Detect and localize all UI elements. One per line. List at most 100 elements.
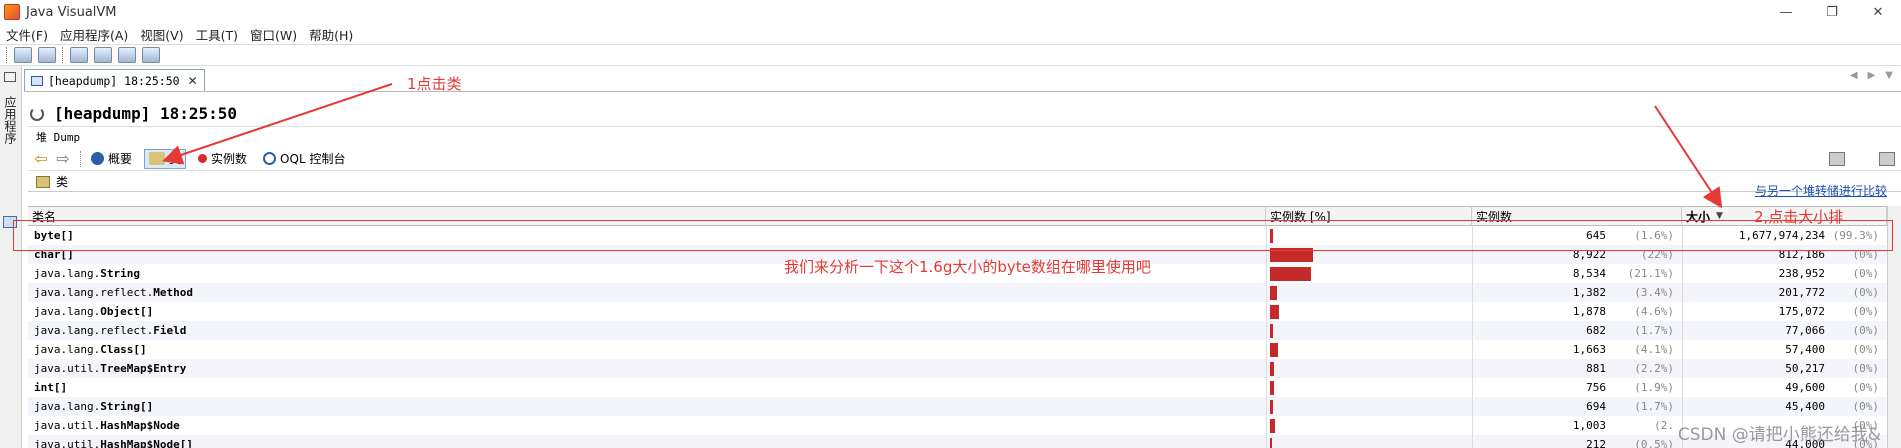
instances-bar-cell [1266, 283, 1472, 302]
view-instances-button[interactable]: 实例数 [194, 149, 251, 169]
menu-item-2[interactable]: 视图(V) [134, 25, 189, 44]
menu-item-0[interactable]: 文件(F) [0, 25, 54, 44]
instances-cell: 881 (2.2%) [1472, 359, 1682, 378]
instances-percent: (4.6%) [1634, 305, 1674, 318]
add-remote-host-icon[interactable] [94, 47, 112, 63]
instances-bar [1270, 361, 1275, 376]
instances-bar-cell [1266, 264, 1472, 283]
instances-cell: 1,003 (2. [1472, 416, 1682, 435]
instances-bar-cell [1266, 340, 1472, 359]
table-row[interactable]: java.lang.Class[] 1,663 (4.1%) 57,400 (0%) [28, 340, 1901, 359]
table-row[interactable]: java.lang.String[] 694 (1.7%) 45,400 (0%) [28, 397, 1901, 416]
tab-heapdump[interactable]: [heapdump] 18:25:50 ✕ [24, 69, 205, 91]
instances-cell: 756 (1.9%) [1472, 378, 1682, 397]
instances-bar-cell [1266, 397, 1472, 416]
table-row[interactable]: java.lang.reflect.Method 1,382 (3.4%) 201,7… [28, 283, 1901, 302]
table-row[interactable]: java.util.HashMap$Node[] 212 (0.5%) 44,000(… [28, 435, 1901, 448]
size-percent: (0%) [1852, 286, 1880, 299]
save-heapdump-icon[interactable] [1829, 152, 1845, 166]
menu-item-3[interactable]: 工具(T) [190, 25, 244, 44]
size-percent: (0%) [1852, 305, 1880, 318]
tab-label: [heapdump] 18:25:50 [48, 73, 180, 88]
size-percent: (0%) [1852, 362, 1880, 375]
tab-left-icon[interactable]: ◀ [1850, 70, 1858, 81]
instances-percent: (3.4%) [1634, 286, 1674, 299]
compare-heapdump-link[interactable]: 与另一个堆转储进行比较 [1755, 182, 1887, 199]
instances-bar [1270, 399, 1274, 414]
instances-bar [1270, 437, 1272, 448]
add-jmx-connection-icon[interactable] [70, 47, 88, 63]
restore-panel-icon[interactable] [4, 72, 16, 82]
size-cell: 238,952 (0%) [1682, 264, 1887, 283]
table-row[interactable]: java.util.HashMap$Node 1,003 (2. (0%) [28, 416, 1901, 435]
instances-percent: (4.1%) [1634, 343, 1674, 356]
instances-value: 1,382 [1572, 286, 1606, 299]
view-oql-button[interactable]: OQL 控制台 [259, 149, 349, 169]
heap-dump-subtab[interactable]: 堆 Dump [28, 126, 1901, 146]
info-icon [91, 152, 104, 165]
tab-list-icon[interactable]: ▼ [1885, 70, 1893, 81]
open-file-icon[interactable] [14, 47, 32, 63]
table-row[interactable]: java.lang.Object[] 1,878 (4.6%) 175,072 (0%) [28, 302, 1901, 321]
menu-item-5[interactable]: 帮助(H) [303, 25, 359, 44]
instances-bar-cell [1266, 378, 1472, 397]
size-value: 49,600 [1785, 381, 1825, 394]
annotation-note: 我们来分析一下这个1.6g大小的byte数组在哪里使用吧 [784, 258, 1151, 276]
back-arrow-icon[interactable]: ⇦ [32, 150, 50, 167]
classes-section-label: 类 [56, 175, 69, 189]
forward-arrow-icon[interactable]: ⇨ [54, 150, 72, 167]
instances-percent: (0.5%) [1634, 438, 1674, 448]
class-name-cell: java.lang.Object[] [34, 305, 154, 318]
view-summary-button[interactable]: 概要 [87, 149, 136, 169]
close-icon[interactable]: ✕ [1855, 0, 1901, 24]
class-name-cell: int[] [34, 381, 68, 394]
csdn-watermark: CSDN @请把小熊还给我& [1677, 425, 1881, 445]
instances-cell: 212 (0.5%) [1472, 435, 1682, 448]
instances-value: 1,878 [1572, 305, 1606, 318]
tab-right-icon[interactable]: ▶ [1868, 70, 1876, 81]
restore-icon[interactable]: ❐ [1809, 0, 1855, 24]
class-icon [149, 152, 166, 165]
size-percent: (0%) [1852, 343, 1880, 356]
instances-cell: 1,382 (3.4%) [1472, 283, 1682, 302]
settings-icon[interactable] [1879, 152, 1895, 166]
size-value: 201,772 [1778, 286, 1825, 299]
table-row[interactable]: int[] 756 (1.9%) 49,600 (0%) [28, 378, 1901, 397]
size-percent: (0%) [1852, 324, 1880, 337]
applications-side-panel[interactable]: 应用程序 [0, 66, 22, 448]
instances-cell: 682 (1.7%) [1472, 321, 1682, 340]
save-icon[interactable] [38, 47, 56, 63]
table-row[interactable]: java.util.TreeMap$Entry 881 (2.2%) 50,217 (0… [28, 359, 1901, 378]
view-classes-label: 类 [169, 152, 182, 166]
instances-bar-cell [1266, 359, 1472, 378]
add-snapshot-icon[interactable] [142, 47, 160, 63]
size-cell: 175,072 (0%) [1682, 302, 1887, 321]
class-name-cell: java.lang.reflect.Field [34, 324, 187, 337]
view-classes-button[interactable]: 类 [144, 148, 187, 169]
instances-value: 1,003 [1572, 419, 1606, 432]
instances-bar [1270, 266, 1312, 281]
instances-bar-cell [1266, 435, 1472, 448]
view-toolbar: ⇦ ⇨ 概要 类 实例数 OQL 控制台 [28, 147, 1901, 171]
instances-value: 756 [1586, 381, 1606, 394]
minimize-icon[interactable]: — [1763, 0, 1809, 24]
instances-value: 881 [1586, 362, 1606, 375]
class-name-cell: java.lang.String[] [34, 400, 154, 413]
heap-dump-subtab-label: 堆 Dump [36, 130, 81, 144]
instances-percent: (2.2%) [1634, 362, 1674, 375]
size-percent: (0%) [1852, 381, 1880, 394]
heapdump-icon [31, 75, 43, 86]
size-cell: 201,772 (0%) [1682, 283, 1887, 302]
page-title: [heapdump] 18:25:50 [30, 104, 237, 123]
title-bar: Java VisualVM — ❐ ✕ [0, 0, 1901, 24]
annotation-highlight-box [13, 220, 1893, 251]
size-percent: (0%) [1852, 400, 1880, 413]
menu-item-1[interactable]: 应用程序(A) [54, 25, 134, 44]
add-vm-coredump-icon[interactable] [118, 47, 136, 63]
close-tab-icon[interactable]: ✕ [188, 74, 198, 88]
table-row[interactable]: java.lang.reflect.Field 682 (1.7%) 77,066 (0… [28, 321, 1901, 340]
refresh-icon [30, 106, 44, 121]
menu-item-4[interactable]: 窗口(W) [244, 25, 303, 44]
instances-percent: (21.1%) [1627, 267, 1674, 280]
applications-panel-label[interactable]: 应用程序 [2, 96, 19, 144]
